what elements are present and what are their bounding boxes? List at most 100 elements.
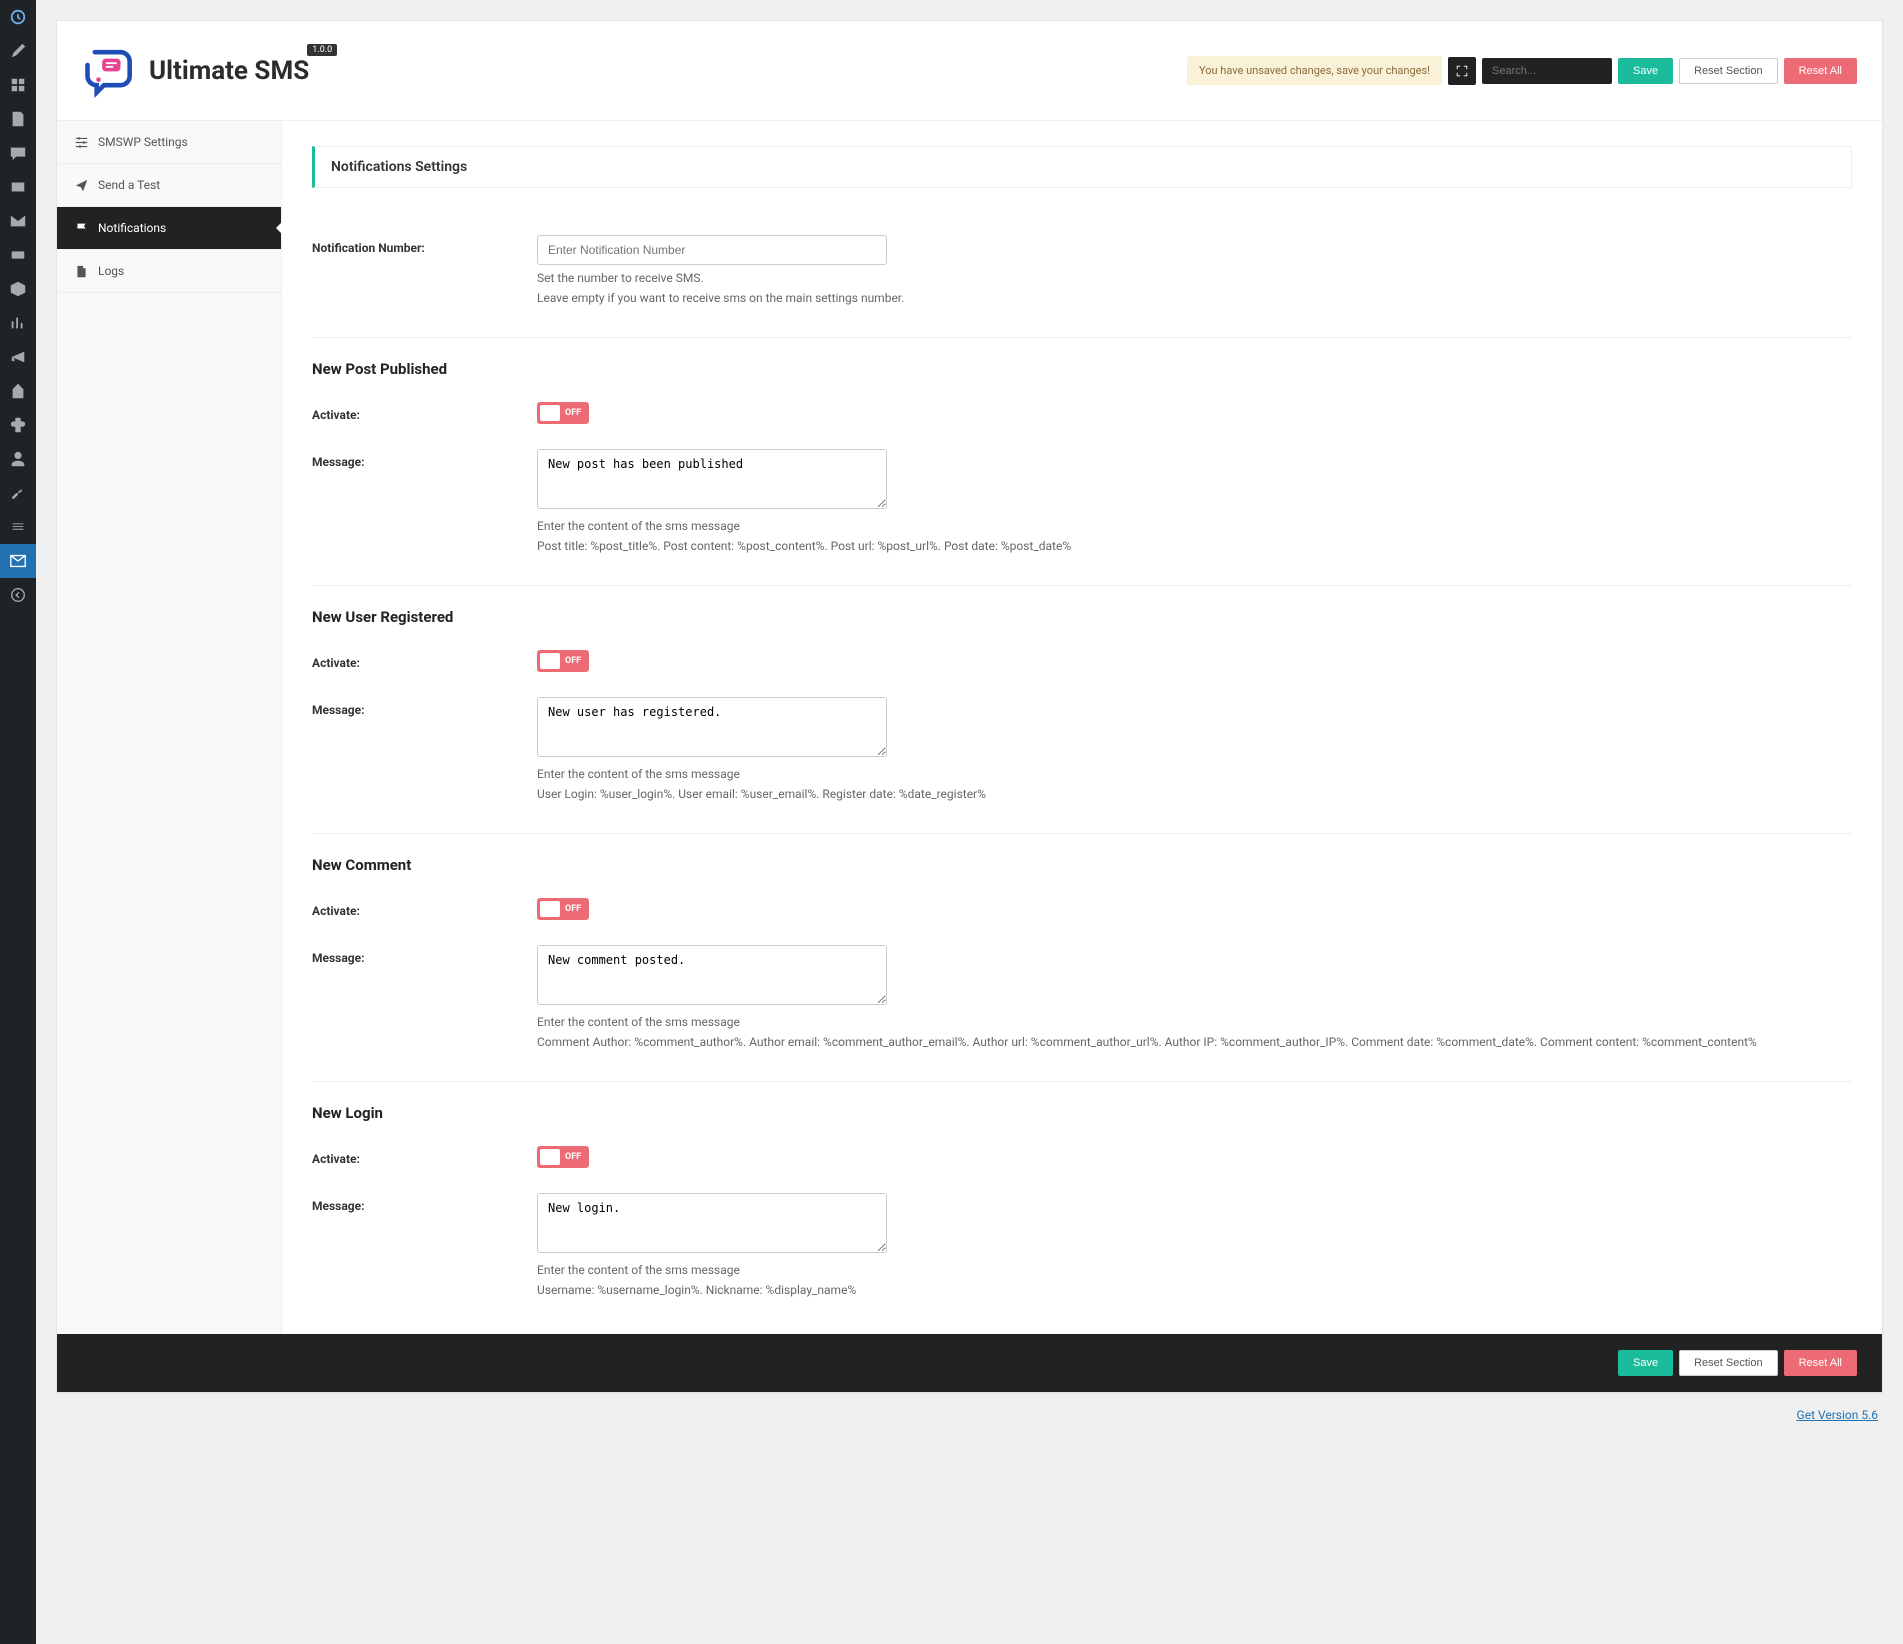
wp-menu-item-icon[interactable] [0, 170, 36, 204]
field-label: Activate: [312, 402, 537, 422]
field-label: Message: [312, 1193, 537, 1213]
wp-menu-comments[interactable] [0, 136, 36, 170]
section-heading: New Comment [312, 834, 1852, 886]
sidebar-item-notifications[interactable]: Notifications [57, 207, 281, 250]
wp-menu-item-icon[interactable] [0, 272, 36, 306]
field-notification-number: Notification Number: Set the number to r… [312, 223, 1852, 317]
help-text: Comment Author: %comment_author%. Author… [537, 1035, 1852, 1049]
field-message: Message: Enter the content of the sms me… [312, 1181, 1852, 1309]
help-text: Enter the content of the sms message [537, 1015, 1852, 1029]
sidebar-item-label: Logs [98, 264, 124, 278]
toggle-handle [540, 405, 560, 421]
unsaved-notice: You have unsaved changes, save your chan… [1187, 56, 1442, 85]
settings-panel: Ultimate SMS 1.0.0 You have unsaved chan… [56, 20, 1883, 1393]
bottom-link-area: Get Version 5.6 [56, 1393, 1883, 1438]
field-label: Message: [312, 945, 537, 965]
field-message: Message: Enter the content of the sms me… [312, 685, 1852, 813]
footer-save-button[interactable]: Save [1618, 1350, 1673, 1376]
help-text: Leave empty if you want to receive sms o… [537, 291, 1852, 305]
panel-header: Ultimate SMS 1.0.0 You have unsaved chan… [57, 21, 1882, 121]
wp-menu-tools[interactable] [0, 476, 36, 510]
field-message: Message: Enter the content of the sms me… [312, 437, 1852, 565]
wp-menu-appearance[interactable] [0, 374, 36, 408]
settings-sidebar: SMSWP Settings Send a Test Notifications… [57, 121, 282, 1334]
field-label: Message: [312, 697, 537, 717]
section-heading: New Login [312, 1082, 1852, 1134]
brand: Ultimate SMS 1.0.0 [82, 43, 309, 98]
field-label: Message: [312, 449, 537, 469]
reset-all-button[interactable]: Reset All [1784, 58, 1857, 84]
field-message: Message: Enter the content of the sms me… [312, 933, 1852, 1061]
reset-section-button[interactable]: Reset Section [1679, 58, 1777, 84]
sidebar-item-label: Notifications [98, 221, 166, 235]
wp-menu-posts[interactable] [0, 34, 36, 68]
wp-menu-pages[interactable] [0, 102, 36, 136]
header-actions: You have unsaved changes, save your chan… [1187, 56, 1857, 85]
content-area: Notifications Settings Notification Numb… [282, 121, 1882, 1334]
footer-reset-all-button[interactable]: Reset All [1784, 1350, 1857, 1376]
wp-menu-users[interactable] [0, 442, 36, 476]
message-textarea[interactable] [537, 449, 887, 509]
wp-menu-mail-icon[interactable] [0, 204, 36, 238]
get-version-link[interactable]: Get Version 5.6 [1797, 1408, 1878, 1422]
brand-title: Ultimate SMS 1.0.0 [149, 56, 309, 86]
message-textarea[interactable] [537, 697, 887, 757]
wp-admin-sidebar [0, 0, 36, 1644]
message-textarea[interactable] [537, 945, 887, 1005]
panel-footer: Save Reset Section Reset All [57, 1334, 1882, 1392]
version-badge: 1.0.0 [307, 44, 337, 56]
field-activate: Activate: OFF [312, 886, 1852, 933]
sidebar-item-label: Send a Test [98, 178, 160, 192]
field-activate: Activate: OFF [312, 638, 1852, 685]
toggle-handle [540, 653, 560, 669]
file-icon [75, 265, 88, 278]
wp-menu-plugins[interactable] [0, 408, 36, 442]
footer-reset-section-button[interactable]: Reset Section [1679, 1350, 1777, 1376]
help-text: Post title: %post_title%. Post content: … [537, 539, 1852, 553]
wp-menu-sms[interactable] [0, 544, 36, 578]
wp-menu-media[interactable] [0, 68, 36, 102]
activate-toggle[interactable]: OFF [537, 898, 589, 920]
help-text: Username: %username_login%. Nickname: %d… [537, 1283, 1852, 1297]
expand-icon [1455, 64, 1469, 78]
sliders-icon [75, 136, 88, 149]
wp-menu-marketing-icon[interactable] [0, 340, 36, 374]
message-textarea[interactable] [537, 1193, 887, 1253]
wp-menu-settings[interactable] [0, 510, 36, 544]
toggle-handle [540, 901, 560, 917]
field-label: Activate: [312, 1146, 537, 1166]
wp-menu-collapse[interactable] [0, 578, 36, 612]
help-text: User Login: %user_login%. User email: %u… [537, 787, 1852, 801]
field-activate: Activate: OFF [312, 1134, 1852, 1181]
page-title: Notifications Settings [312, 146, 1852, 188]
help-text: Enter the content of the sms message [537, 1263, 1852, 1277]
section-heading: New User Registered [312, 586, 1852, 638]
toggle-handle [540, 1149, 560, 1165]
activate-toggle[interactable]: OFF [537, 650, 589, 672]
help-text: Set the number to receive SMS. [537, 271, 1852, 285]
flag-icon [75, 222, 88, 235]
notification-number-input[interactable] [537, 235, 887, 265]
expand-toggle-button[interactable] [1448, 57, 1476, 85]
section-heading: New Post Published [312, 338, 1852, 390]
help-text: Enter the content of the sms message [537, 767, 1852, 781]
activate-toggle[interactable]: OFF [537, 1146, 589, 1168]
toggle-label: OFF [563, 1152, 589, 1162]
save-button[interactable]: Save [1618, 58, 1673, 84]
brand-logo-icon [82, 43, 137, 98]
activate-toggle[interactable]: OFF [537, 402, 589, 424]
sidebar-item-logs[interactable]: Logs [57, 250, 281, 293]
field-activate: Activate: OFF [312, 390, 1852, 437]
paper-plane-icon [75, 179, 88, 192]
field-label: Activate: [312, 898, 537, 918]
wp-menu-dashboard[interactable] [0, 0, 36, 34]
search-input[interactable] [1482, 58, 1612, 84]
wp-menu-analytics-icon[interactable] [0, 306, 36, 340]
wp-menu-item-icon[interactable] [0, 238, 36, 272]
sidebar-item-label: SMSWP Settings [98, 135, 188, 149]
field-label: Activate: [312, 650, 537, 670]
sidebar-item-smswp-settings[interactable]: SMSWP Settings [57, 121, 281, 164]
sidebar-item-send-test[interactable]: Send a Test [57, 164, 281, 207]
field-label: Notification Number: [312, 235, 537, 255]
toggle-label: OFF [563, 408, 589, 418]
